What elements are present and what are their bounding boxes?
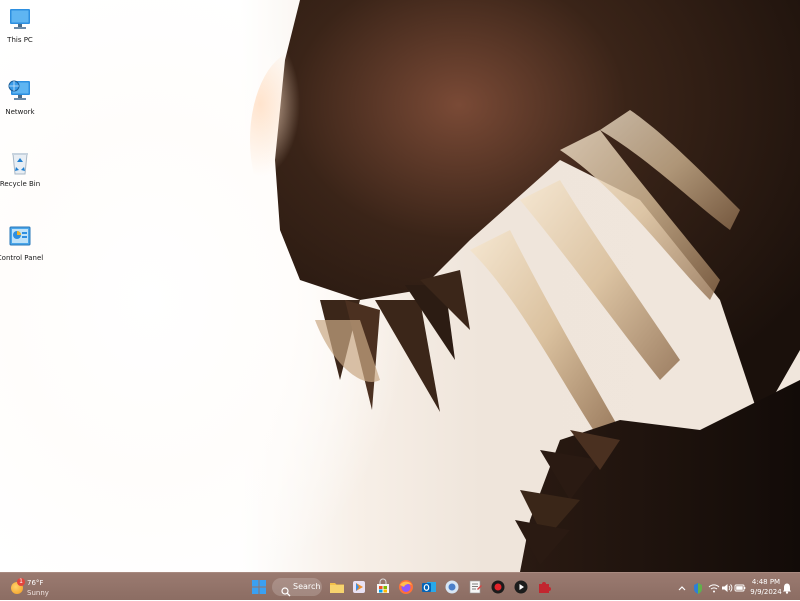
system-clock[interactable]: 4:48 PM 9/9/2024 (748, 577, 784, 597)
search-label: Search (293, 582, 321, 591)
app-store-icon[interactable] (350, 578, 368, 596)
desktop-icon-label: This PC (7, 36, 33, 44)
desktop-icon-this-pc[interactable]: This PC (0, 6, 40, 45)
outlook-icon[interactable] (420, 578, 438, 596)
notepad-icon[interactable] (466, 578, 484, 596)
chevron-up-icon[interactable] (676, 580, 688, 594)
desktop-wallpaper (0, 0, 800, 572)
shield-icon[interactable] (692, 580, 704, 594)
media-player-icon[interactable] (512, 578, 530, 596)
desktop-icon-label: Recycle Bin (0, 180, 41, 188)
control-panel-icon (7, 224, 33, 250)
alien-wallpaper-art (250, 0, 800, 572)
clock-time: 4:48 PM (751, 578, 781, 586)
wifi-icon[interactable] (708, 580, 720, 594)
microsoft-store-icon[interactable] (374, 578, 392, 596)
battery-icon[interactable] (734, 580, 746, 594)
search-icon (281, 582, 291, 601)
file-explorer-icon[interactable] (328, 578, 346, 596)
puzzle-app-icon[interactable] (535, 578, 553, 596)
weather-widget[interactable]: 1 76°F Sunny (8, 576, 68, 598)
desktop-icon-network[interactable]: Network (0, 78, 40, 117)
browser-icon[interactable] (443, 578, 461, 596)
bell-icon[interactable] (781, 580, 793, 594)
record-icon[interactable] (489, 578, 507, 596)
speaker-icon[interactable] (721, 580, 733, 594)
network-icon (7, 78, 33, 104)
this-pc-icon (7, 6, 33, 32)
search-button[interactable]: Search (272, 578, 322, 597)
taskbar: 1 76°F Sunny Search 4:48 PM 9/9/2024 (0, 572, 800, 600)
notification-badge: 1 (17, 578, 25, 586)
desktop-icon-control-panel[interactable]: Control Panel (0, 224, 43, 263)
clock-date: 9/9/2024 (750, 588, 782, 596)
weather-temperature: 76°F (27, 579, 44, 587)
recycle-bin-icon (7, 150, 33, 176)
firefox-icon[interactable] (397, 578, 415, 596)
weather-condition: Sunny (27, 589, 49, 597)
desktop-icon-recycle-bin[interactable]: Recycle Bin (0, 150, 40, 189)
desktop-icon-label: Network (5, 108, 35, 116)
windows-start-icon[interactable] (250, 578, 268, 596)
desktop-icon-label: Control Panel (0, 254, 44, 262)
